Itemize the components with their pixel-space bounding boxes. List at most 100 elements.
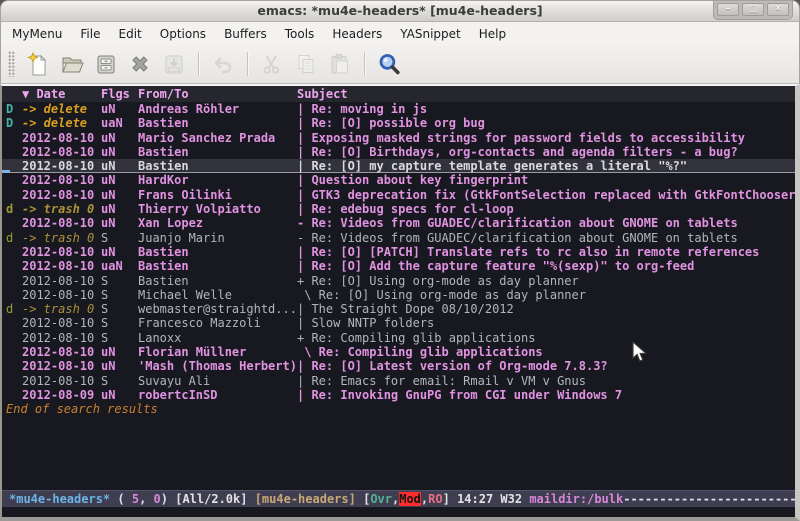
message-date: 2012-08-10 [22, 288, 101, 302]
message-row[interactable]: 2012-08-10 uN Bastien | Re: [O] my captu… [2, 159, 795, 173]
toolbar-separator [247, 52, 248, 76]
close-buffer-button[interactable] [123, 49, 157, 79]
message-row[interactable]: d -> trash 0 S Juanjo Marin - Re: Videos… [2, 231, 795, 245]
titlebar: emacs: *mu4e-headers* [mu4e-headers] – □… [0, 0, 800, 22]
message-flags: uN [101, 159, 138, 173]
undo-button [206, 49, 240, 79]
end-of-results: End of search results [2, 402, 795, 416]
message-row[interactable]: 2012-08-10 uN Florian Müllner \ Re: Comp… [2, 345, 795, 359]
modeline-segment-maildir: maildir:/bulk [529, 492, 623, 506]
modeline-segment-plain: [All/2.0k] [175, 492, 254, 506]
message-subject: \ Re: [O] Using org-mode as day planner [297, 288, 795, 302]
message-subject: | Re: Invoking GnuPG from CGI under Wind… [297, 388, 795, 402]
message-date: -> trash 0 [22, 202, 101, 216]
modeline-segment-modified: Mod [399, 492, 421, 506]
message-row[interactable]: d -> trash 0 S webmaster@straightd... | … [2, 302, 795, 316]
message-flags: S [101, 316, 138, 330]
menu-item-file[interactable]: File [71, 24, 109, 44]
new-file-button[interactable] [21, 49, 55, 79]
message-row[interactable]: 2012-08-09 uN robertcInSD | Re: Invoking… [2, 388, 795, 402]
message-row[interactable]: 2012-08-10 uN Frans Oilinki | GTK3 depre… [2, 188, 795, 202]
message-row[interactable]: 2012-08-10 uN Bastien | Re: [O] [PATCH] … [2, 245, 795, 259]
message-row[interactable]: 2012-08-10 S Lanoxx + Re: Compiling glib… [2, 331, 795, 345]
message-row[interactable]: 2012-08-10 uN 'Mash (Thomas Herbert) | R… [2, 359, 795, 373]
menu-item-tools[interactable]: Tools [276, 24, 324, 44]
close-button[interactable]: ✕ [767, 3, 789, 16]
message-date: 2012-08-10 [22, 245, 101, 259]
message-from: Bastien [138, 116, 297, 130]
message-date: 2012-08-10 [22, 216, 101, 230]
headers-column-row: ▼ Date Flgs From/To Subject [2, 86, 795, 102]
open-folder-icon [60, 52, 84, 76]
message-subject: - Re: Videos from GUADEC/clarification a… [297, 231, 795, 245]
mark-char: d [6, 231, 22, 245]
message-row[interactable]: d -> trash 0 uN Thierry Volpiatto | Re: … [2, 202, 795, 216]
message-from: HardKor [138, 173, 297, 187]
mark-char [6, 245, 22, 259]
message-row[interactable]: 2012-08-10 S Bastien + Re: [O] Using org… [2, 274, 795, 288]
search-button[interactable] [372, 49, 406, 79]
menu-item-yasnippet[interactable]: YASnippet [391, 24, 470, 44]
menu-item-mymenu[interactable]: MyMenu [3, 24, 71, 44]
mark-char: D [6, 116, 22, 130]
menu-item-options[interactable]: Options [151, 24, 215, 44]
minimize-button[interactable]: – [717, 3, 739, 16]
message-date: 2012-08-10 [22, 145, 101, 159]
menu-item-headers[interactable]: Headers [323, 24, 391, 44]
message-date: 2012-08-09 [22, 388, 101, 402]
emacs-window: emacs: *mu4e-headers* [mu4e-headers] – □… [0, 0, 800, 521]
date-column-header[interactable]: ▼ Date [22, 86, 101, 102]
mark-char [6, 216, 22, 230]
message-row[interactable]: 2012-08-10 uN Bastien | Re: [O] Birthday… [2, 145, 795, 159]
subject-column-header[interactable]: Subject [297, 86, 795, 102]
message-from: Florian Müllner [138, 345, 297, 359]
message-flags: S [101, 288, 138, 302]
modeline-segment-plain: 14:27 W32 [457, 492, 529, 506]
mark-char [6, 131, 22, 145]
from-column-header[interactable]: From/To [138, 86, 297, 102]
modeline-segment-plain: , [139, 492, 153, 506]
toolbar-drag-handle[interactable] [8, 51, 15, 77]
modeline-segment-plain: ( [110, 492, 132, 506]
message-row[interactable]: 2012-08-10 uN HardKor | Question about k… [2, 173, 795, 187]
message-row[interactable]: D -> delete uaN Bastien | Re: [O] possib… [2, 116, 795, 130]
menu-item-buffers[interactable]: Buffers [215, 24, 276, 44]
message-from: Juanjo Marin [138, 231, 297, 245]
message-row[interactable]: 2012-08-10 uN Xan Lopez - Re: Videos fro… [2, 216, 795, 230]
message-from: Francesco Mazzoli [138, 316, 297, 330]
message-subject: | Re: [O] Birthdays, org-contacts and ag… [297, 145, 795, 159]
open-file-button[interactable] [55, 49, 89, 79]
message-row[interactable]: 2012-08-10 S Suvayu Ali | Re: Emacs for … [2, 374, 795, 388]
message-row[interactable]: 2012-08-10 uaN Bastien | Re: [O] Add the… [2, 259, 795, 273]
message-subject: | Re: [O] Latest version of Org-mode 7.8… [297, 359, 795, 373]
message-subject: | Re: [O] possible org bug [297, 116, 795, 130]
save-button[interactable] [89, 49, 123, 79]
message-from: webmaster@straightd... [138, 302, 297, 316]
message-row[interactable]: 2012-08-10 S Francesco Mazzoli | Slow NN… [2, 316, 795, 330]
save-icon [94, 52, 118, 76]
message-from: Suvayu Ali [138, 374, 297, 388]
message-subject: \ Re: Compiling glib applications [297, 345, 795, 359]
window-title: emacs: *mu4e-headers* [mu4e-headers] [1, 1, 799, 21]
message-row[interactable]: 2012-08-10 S Michael Welle \ Re: [O] Usi… [2, 288, 795, 302]
menu-item-help[interactable]: Help [470, 24, 515, 44]
maximize-button[interactable]: □ [742, 3, 764, 16]
message-row[interactable]: 2012-08-10 uN Mario Sanchez Prada | Expo… [2, 131, 795, 145]
menu-item-edit[interactable]: Edit [110, 24, 151, 44]
mu4e-headers-buffer: ▼ Date Flgs From/To Subject D -> delete … [2, 86, 795, 517]
modeline-segment-plain: ----------------------------------------… [623, 492, 795, 506]
message-date: 2012-08-10 [22, 374, 101, 388]
mark-char [6, 345, 22, 359]
new-file-icon [26, 52, 50, 76]
message-date: 2012-08-10 [22, 274, 101, 288]
modeline-segment-overwrite: Ovr [370, 492, 392, 506]
message-from: Michael Welle [138, 288, 297, 302]
flags-column-header[interactable]: Flgs [101, 86, 138, 102]
mark-char [6, 331, 22, 345]
message-date: 2012-08-10 [22, 316, 101, 330]
message-date: -> delete [22, 102, 101, 116]
message-row[interactable]: D -> delete uN Andreas Röhler | Re: movi… [2, 102, 795, 116]
message-flags: S [101, 231, 138, 245]
toolbar-separator [364, 52, 365, 76]
mark-char [6, 388, 22, 402]
